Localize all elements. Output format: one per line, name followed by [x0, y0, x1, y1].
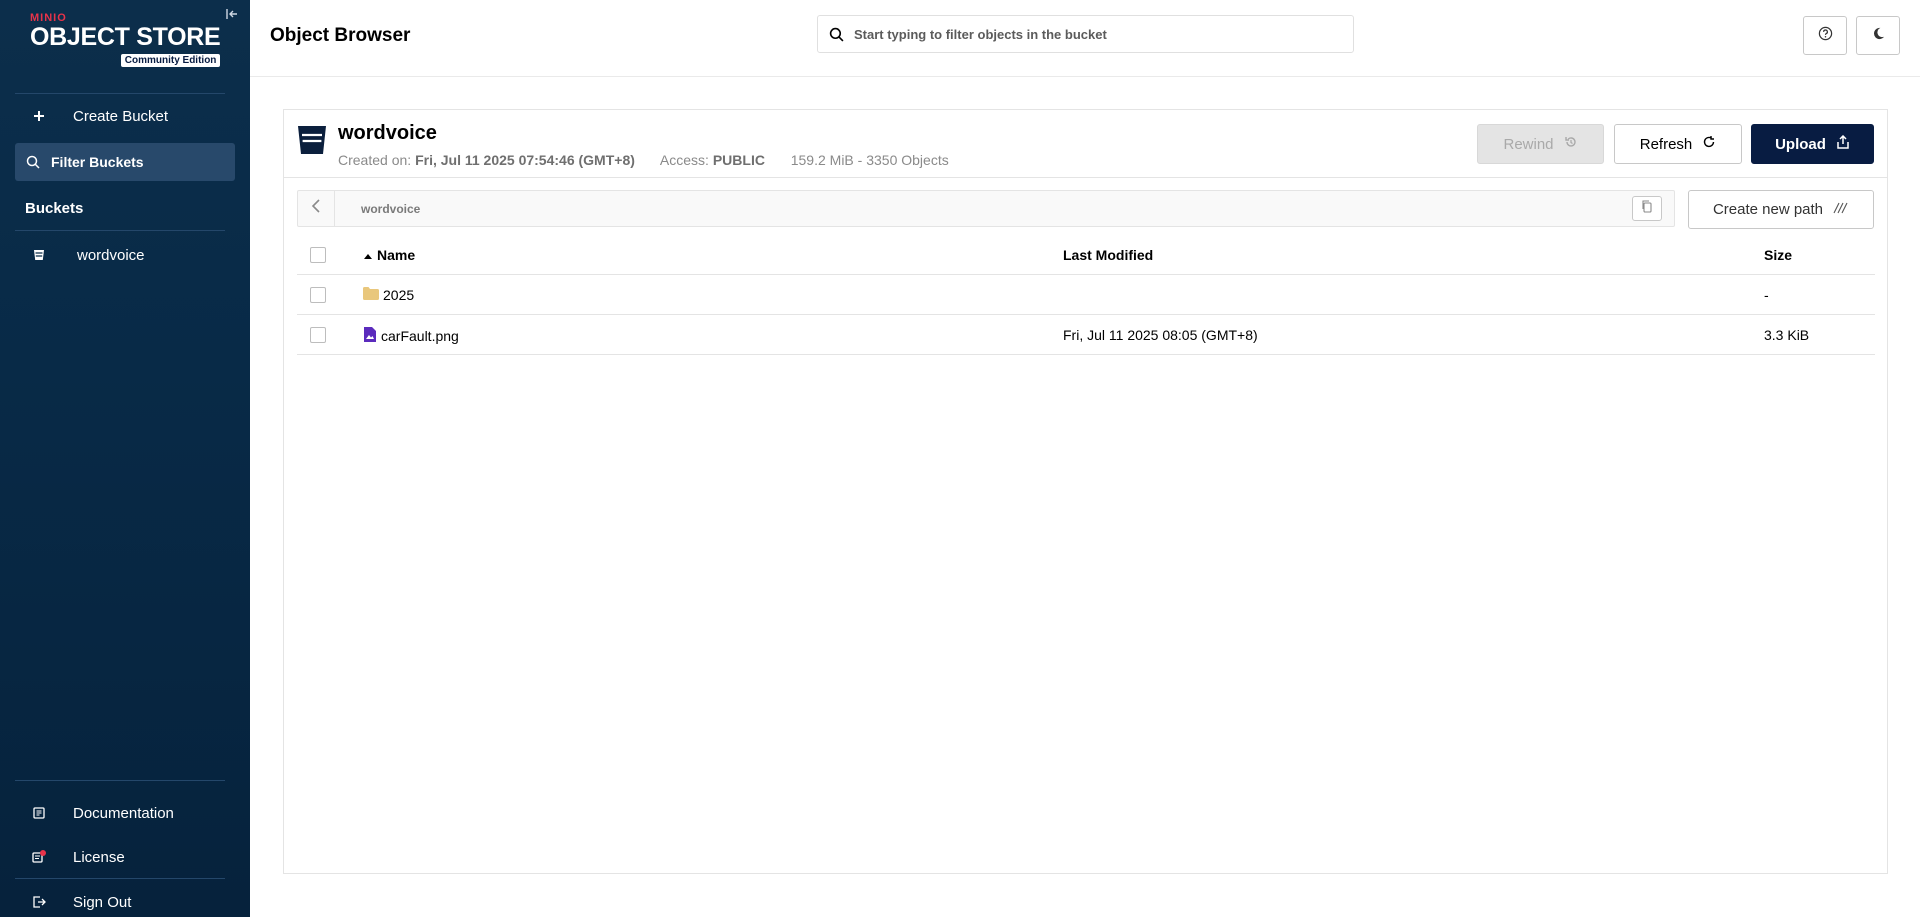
- license-label: License: [73, 848, 125, 866]
- rewind-button[interactable]: Rewind: [1477, 124, 1604, 164]
- refresh-button[interactable]: Refresh: [1614, 124, 1742, 164]
- new-path-icon: [1833, 201, 1849, 218]
- panel-divider: [284, 177, 1887, 178]
- breadcrumb: wordvoice: [297, 190, 1675, 227]
- upload-button[interactable]: Upload: [1751, 124, 1874, 164]
- refresh-label: Refresh: [1639, 135, 1693, 153]
- row-checkbox[interactable]: [310, 327, 326, 343]
- sidebar-item-label: wordvoice: [77, 246, 145, 264]
- object-name: 2025: [383, 287, 415, 303]
- create-new-path-button[interactable]: Create new path: [1688, 190, 1874, 229]
- refresh-icon: [1702, 135, 1716, 153]
- edition-badge: Community Edition: [120, 54, 221, 67]
- objects-table: Name Last Modified Size 2025 - carFault.…: [297, 235, 1875, 355]
- name-column-header[interactable]: Name: [363, 247, 415, 263]
- row-checkbox[interactable]: [310, 287, 326, 303]
- table-header: Name Last Modified Size: [297, 235, 1875, 275]
- buckets-heading: Buckets: [25, 200, 84, 217]
- moon-icon: [1871, 26, 1886, 46]
- chevron-left-icon: [311, 198, 321, 219]
- sidebar-divider: [15, 878, 225, 879]
- logo: MINIO OBJECT STORE Community Edition: [30, 12, 221, 67]
- bucket-panel: wordvoice Created on: Fri, Jul 11 2025 0…: [283, 109, 1888, 874]
- object-search-input[interactable]: [854, 26, 1334, 42]
- license-icon: [15, 849, 63, 865]
- select-all-checkbox[interactable]: [310, 247, 326, 263]
- filter-buckets-input[interactable]: [51, 154, 221, 170]
- folder-icon: [363, 287, 379, 303]
- search-icon: [818, 27, 854, 42]
- license-link[interactable]: License: [15, 838, 225, 876]
- access-value: PUBLIC: [712, 152, 765, 168]
- documentation-link[interactable]: Documentation: [15, 794, 225, 832]
- sign-out-button[interactable]: Sign Out: [15, 883, 225, 917]
- upload-label: Upload: [1775, 135, 1826, 153]
- back-button[interactable]: [298, 191, 335, 226]
- object-name-cell: 2025: [363, 287, 414, 303]
- sidebar-divider: [15, 780, 225, 781]
- create-bucket-button[interactable]: Create Bucket: [15, 97, 225, 135]
- size-column-header[interactable]: Size: [1764, 247, 1792, 263]
- object-size: 3.3 KiB: [1764, 327, 1810, 343]
- rewind-label: Rewind: [1503, 135, 1554, 153]
- page-title: Object Browser: [270, 25, 411, 46]
- sort-ascending-icon: [363, 247, 373, 263]
- access-label: Access:: [659, 152, 709, 168]
- documentation-label: Documentation: [73, 804, 174, 822]
- help-button[interactable]: [1803, 16, 1847, 55]
- dark-mode-button[interactable]: [1856, 16, 1900, 55]
- create-path-label: Create new path: [1712, 201, 1824, 218]
- bucket-title: wordvoice: [338, 122, 437, 144]
- breadcrumb-path[interactable]: wordvoice: [361, 202, 420, 216]
- object-search[interactable]: [817, 15, 1354, 53]
- filter-buckets[interactable]: [15, 143, 235, 181]
- bucket-meta: Created on: Fri, Jul 11 2025 07:54:46 (G…: [338, 152, 949, 168]
- collapse-sidebar-icon[interactable]: [224, 6, 240, 22]
- created-value: Fri, Jul 11 2025 07:54:46 (GMT+8): [415, 152, 635, 168]
- create-bucket-label: Create Bucket: [73, 107, 169, 125]
- sidebar-divider: [15, 93, 225, 94]
- image-file-icon: [363, 327, 377, 345]
- last-modified-column-header[interactable]: Last Modified: [1063, 247, 1153, 263]
- documentation-icon: [15, 806, 63, 820]
- bucket-icon: [15, 248, 63, 262]
- sign-out-icon: [15, 895, 63, 909]
- sidebar-item-wordvoice[interactable]: wordvoice: [15, 236, 225, 274]
- upload-icon: [1836, 134, 1850, 153]
- plus-icon: [15, 110, 63, 122]
- object-name-cell: carFault.png: [363, 327, 459, 345]
- object-size: -: [1764, 287, 1769, 303]
- copy-path-button[interactable]: [1632, 196, 1662, 221]
- object-last-modified: Fri, Jul 11 2025 08:05 (GMT+8): [1063, 327, 1258, 343]
- created-label: Created on:: [338, 152, 412, 168]
- bucket-icon: [297, 124, 327, 161]
- copy-icon: [1641, 199, 1653, 218]
- sign-out-label: Sign Out: [73, 893, 132, 911]
- table-row[interactable]: 2025 -: [297, 275, 1875, 315]
- object-name: carFault.png: [381, 328, 459, 344]
- bucket-usage: 159.2 MiB - 3350 Objects: [790, 152, 949, 168]
- name-column-label: Name: [377, 247, 416, 263]
- help-icon: [1818, 26, 1833, 46]
- product-text: OBJECT STORE: [30, 23, 221, 51]
- rewind-icon: [1564, 135, 1578, 153]
- search-icon: [15, 155, 51, 169]
- top-header: Object Browser: [250, 0, 1920, 77]
- table-row[interactable]: carFault.png Fri, Jul 11 2025 08:05 (GMT…: [297, 315, 1875, 355]
- sidebar: MINIO OBJECT STORE Community Edition Cre…: [0, 0, 250, 917]
- sidebar-divider: [15, 230, 225, 231]
